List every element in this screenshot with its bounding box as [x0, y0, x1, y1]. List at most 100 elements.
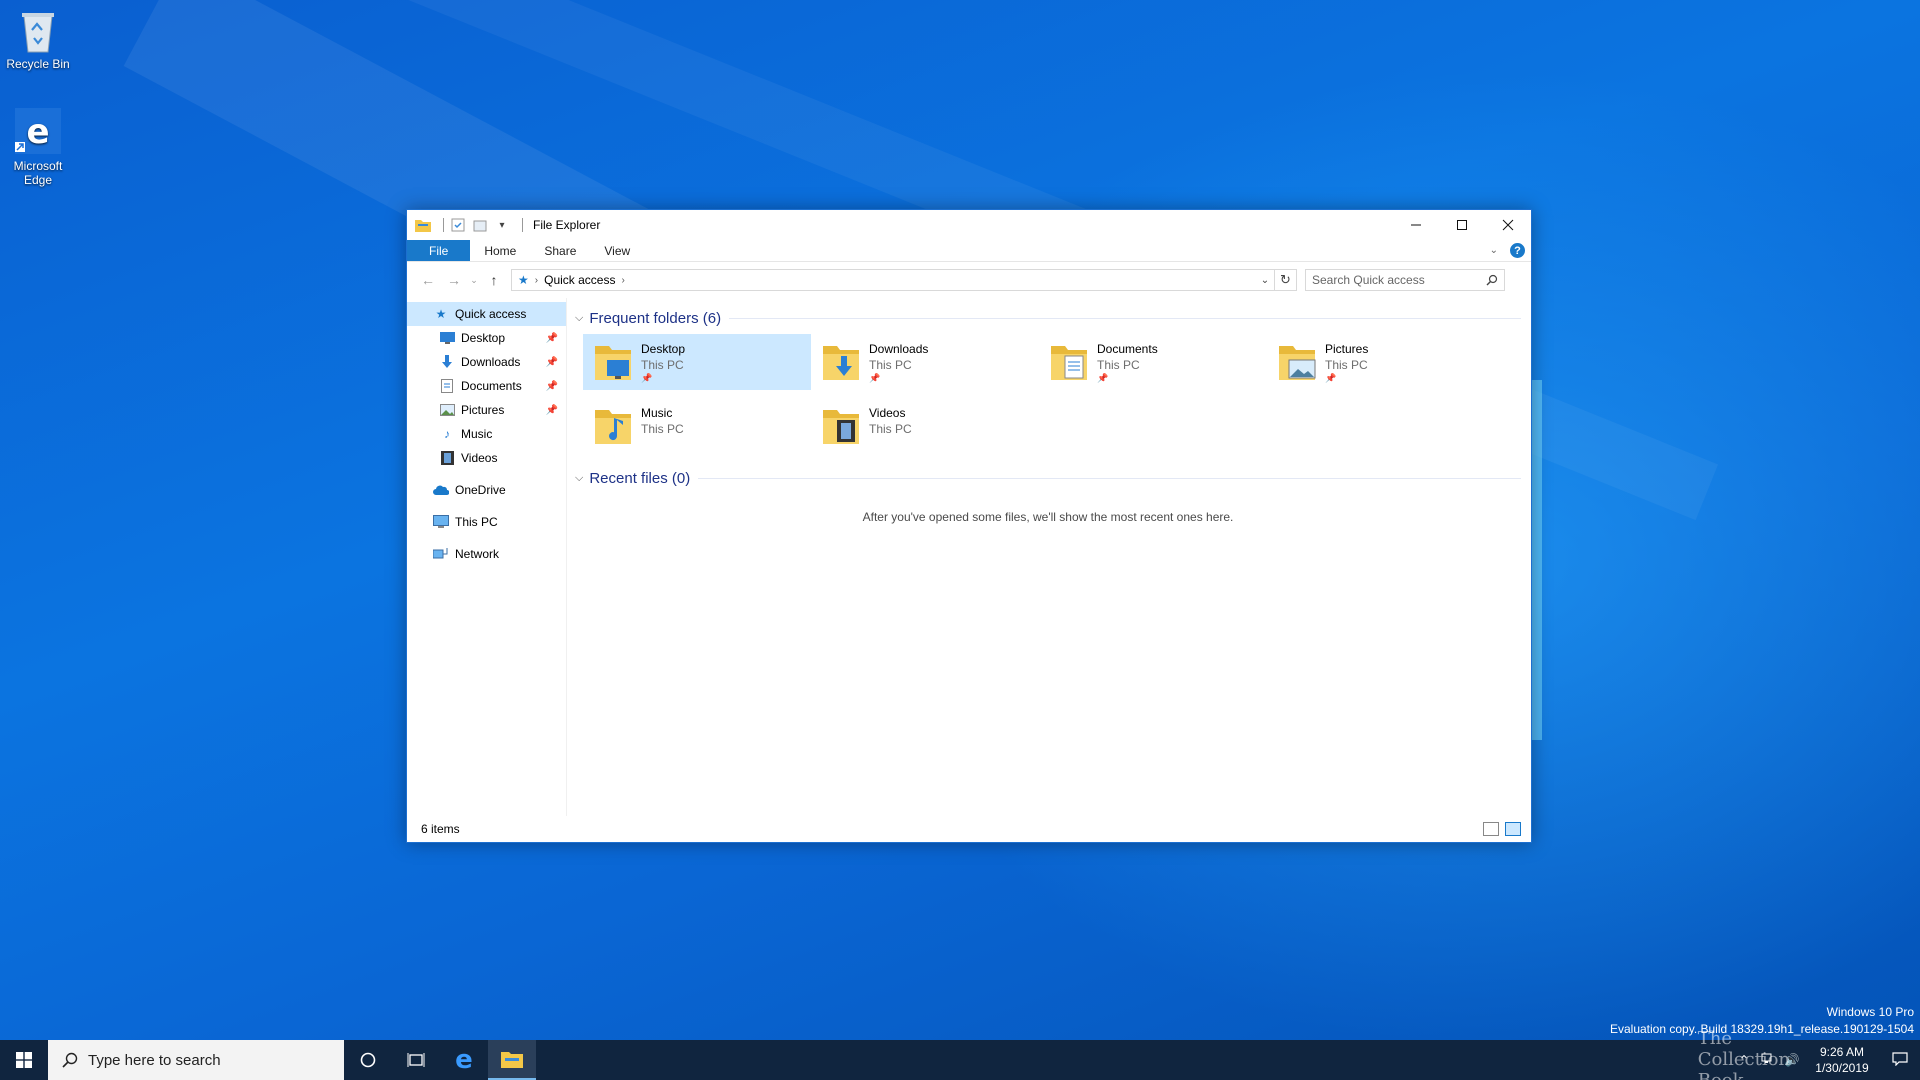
folder-app-icon — [415, 217, 431, 233]
tab-share[interactable]: Share — [530, 240, 590, 261]
folder-tile-desktop[interactable]: Desktop This PC 📌 — [583, 334, 811, 390]
file-explorer-window: ▾ File Explorer File Home Share View ⌄ ?… — [406, 209, 1532, 843]
desktop-folder-icon — [595, 346, 631, 380]
taskbar-edge-button[interactable]: e — [440, 1040, 488, 1080]
taskbar-file-explorer-button[interactable] — [488, 1040, 536, 1080]
back-button[interactable]: ← — [415, 268, 441, 292]
customize-toolbar-icon[interactable]: ▾ — [494, 217, 510, 233]
task-view-icon — [407, 1053, 425, 1067]
folder-tile-videos[interactable]: Videos This PC — [811, 398, 1039, 454]
minimize-icon — [1411, 224, 1421, 226]
nav-music[interactable]: ♪ Music — [407, 422, 566, 446]
nav-pictures[interactable]: Pictures 📌 — [407, 398, 566, 422]
pin-icon[interactable]: 📌 — [546, 381, 558, 392]
address-bar[interactable]: ★ › Quick access › ⌄ ↻ — [511, 269, 1297, 291]
group-heading: Recent files (0) — [589, 469, 691, 487]
downloads-folder-icon — [823, 346, 859, 380]
nav-documents[interactable]: Documents 📌 — [407, 374, 566, 398]
folder-name: Videos — [869, 406, 906, 420]
recent-locations-button[interactable]: ⌄ — [467, 268, 481, 292]
new-folder-icon[interactable] — [472, 217, 488, 233]
taskbar-search-input[interactable]: Type here to search — [88, 1052, 221, 1069]
pin-icon[interactable]: 📌 — [546, 405, 558, 416]
refresh-icon: ↻ — [1280, 272, 1291, 287]
folder-name: Music — [641, 406, 673, 420]
recent-files-header[interactable]: ⌵ Recent files (0) — [575, 466, 1521, 490]
minimize-button[interactable] — [1393, 210, 1439, 240]
watermark-edition: Windows 10 Pro — [1826, 1005, 1914, 1019]
maximize-button[interactable] — [1439, 210, 1485, 240]
tab-file[interactable]: File — [407, 240, 471, 261]
folder-tile-pictures[interactable]: Pictures This PC 📌 — [1267, 334, 1495, 390]
taskbar-search-box[interactable]: Type here to search — [48, 1040, 344, 1080]
chevron-down-icon: ⌄ — [1260, 274, 1270, 286]
chevron-down-icon[interactable]: ⌵ — [575, 312, 583, 325]
nav-videos[interactable]: Videos — [407, 446, 566, 470]
chevron-down-icon: ⌄ — [470, 274, 478, 285]
download-arrow-icon — [439, 354, 455, 370]
nav-label: Network — [455, 547, 500, 561]
desktop-icon-edge[interactable]: e Microsoft Edge — [0, 106, 76, 187]
folder-name: Documents — [1097, 342, 1158, 356]
tab-home[interactable]: Home — [470, 240, 530, 261]
folder-tile-downloads[interactable]: Downloads This PC 📌 — [811, 334, 1039, 390]
documents-folder-icon — [1051, 346, 1087, 380]
details-view-icon[interactable] — [1483, 822, 1499, 836]
folder-location: This PC — [869, 358, 912, 372]
pin-icon[interactable]: 📌 — [546, 357, 558, 368]
folder-location: This PC — [1325, 358, 1368, 372]
clock[interactable]: 9:26 AM 1/30/2019 — [1804, 1044, 1880, 1076]
properties-icon[interactable] — [450, 217, 466, 233]
nav-onedrive[interactable]: OneDrive — [407, 478, 566, 502]
separator — [522, 218, 523, 232]
tab-view[interactable]: View — [590, 240, 644, 261]
help-icon[interactable]: ? — [1510, 243, 1525, 258]
start-button[interactable] — [0, 1040, 48, 1080]
forward-button[interactable]: → — [441, 268, 467, 292]
folder-location: This PC — [1097, 358, 1140, 372]
music-note-icon: ♪ — [444, 427, 450, 441]
nav-desktop[interactable]: Desktop 📌 — [407, 326, 566, 350]
pin-icon[interactable]: 📌 — [546, 333, 558, 344]
status-bar: 6 items — [407, 816, 1531, 842]
address-dropdown-button[interactable]: ⌄ — [1256, 275, 1274, 286]
breadcrumb-chevron-icon[interactable]: › — [621, 275, 624, 286]
title-bar[interactable]: ▾ File Explorer — [407, 210, 1531, 240]
large-icons-view-icon[interactable] — [1505, 822, 1521, 836]
nav-this-pc[interactable]: This PC — [407, 510, 566, 534]
task-view-button[interactable] — [392, 1040, 440, 1080]
search-input[interactable]: Search Quick access — [1312, 273, 1425, 287]
folder-name: Downloads — [869, 342, 929, 356]
desktop-icon-recycle-bin[interactable]: Recycle Bin — [0, 8, 76, 71]
nav-quick-access[interactable]: ★ Quick access — [407, 302, 566, 326]
refresh-button[interactable]: ↻ — [1274, 270, 1296, 290]
nav-label: Desktop — [461, 331, 506, 345]
navigation-pane: ★ Quick access Desktop 📌 Downloads 📌 Doc… — [407, 298, 567, 816]
close-button[interactable] — [1485, 210, 1531, 240]
pictures-folder-icon — [1279, 346, 1316, 380]
up-button[interactable]: ↑ — [481, 268, 507, 292]
videos-folder-icon — [823, 410, 859, 444]
search-icon — [1486, 274, 1498, 286]
nav-downloads[interactable]: Downloads 📌 — [407, 350, 566, 374]
chevron-down-icon[interactable]: ⌵ — [575, 472, 583, 485]
folder-tile-documents[interactable]: Documents This PC 📌 — [1039, 334, 1267, 390]
pin-icon: 📌 — [641, 373, 653, 383]
explorer-body: ★ Quick access Desktop 📌 Downloads 📌 Doc… — [407, 298, 1531, 816]
system-tray: The Collection Book ⌃ 🔊 9:26 AM 1/30/201… — [1698, 1028, 1920, 1080]
window-title: File Explorer — [533, 218, 601, 232]
expand-ribbon-icon[interactable]: ⌄ — [1490, 245, 1498, 256]
nav-label: This PC — [455, 515, 498, 529]
frequent-folders-header[interactable]: ⌵ Frequent folders (6) — [575, 306, 1521, 330]
action-center-button[interactable] — [1880, 1051, 1920, 1069]
recycle-bin-icon — [22, 13, 54, 53]
cloud-icon — [433, 482, 449, 498]
folder-tile-music[interactable]: Music This PC — [583, 398, 811, 454]
picture-icon — [439, 402, 455, 418]
breadcrumb-quick-access[interactable]: Quick access — [544, 273, 615, 287]
search-box[interactable]: Search Quick access — [1305, 269, 1505, 291]
clock-time: 9:26 AM — [1819, 1045, 1865, 1059]
edge-icon: e — [15, 108, 61, 154]
cortana-button[interactable] — [344, 1040, 392, 1080]
nav-network[interactable]: Network — [407, 542, 566, 566]
